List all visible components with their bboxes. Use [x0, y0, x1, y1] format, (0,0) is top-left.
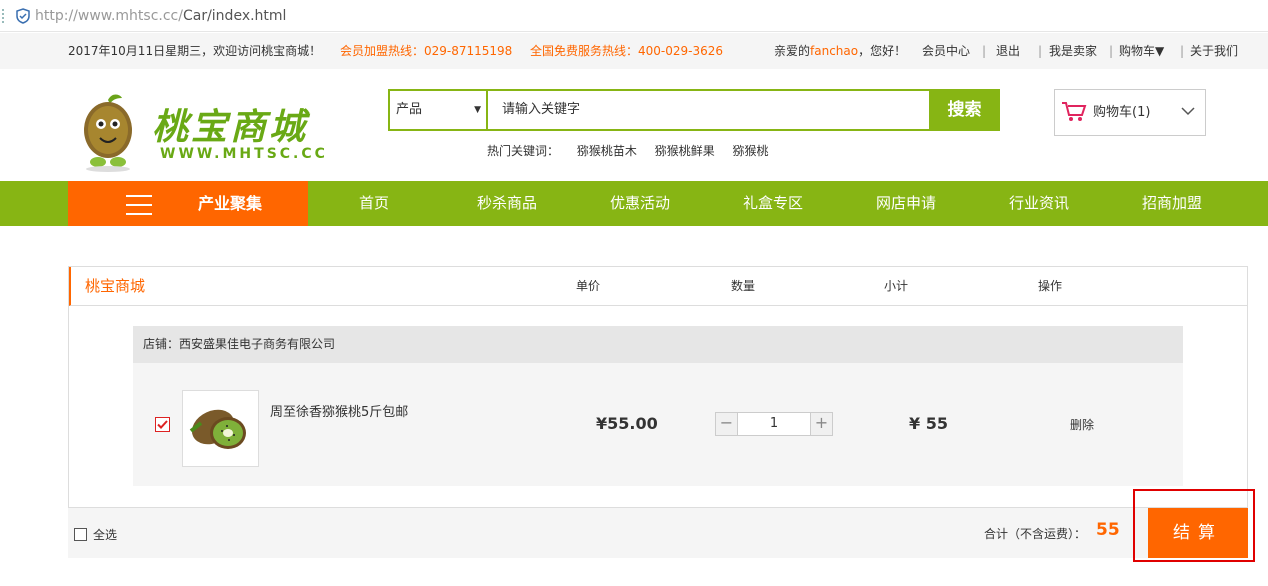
search-button[interactable]: 搜索 — [929, 89, 1000, 131]
nav-item-news[interactable]: 行业资讯 — [1009, 181, 1069, 226]
hot-keyword[interactable]: 猕猴桃 — [733, 144, 769, 158]
top-info-bar: 2017年10月11日星期三，欢迎访问桃宝商城！ 会员加盟热线：029-8711… — [0, 33, 1268, 69]
nav-item-promotions[interactable]: 优惠活动 — [610, 181, 670, 226]
nav-item-home[interactable]: 首页 — [359, 181, 389, 226]
category-label: 产业聚集 — [198, 194, 263, 213]
separator: | — [1180, 44, 1185, 58]
search-bar: 产品 ▼ 请输入关键字 搜索 — [388, 89, 1000, 131]
hot-keyword[interactable]: 猕猴桃鲜果 — [655, 144, 715, 158]
nav-item-flash-sale[interactable]: 秒杀商品 — [477, 181, 537, 226]
separator: | — [1109, 44, 1114, 58]
dropdown-arrow-icon: ▼ — [474, 105, 481, 115]
separator: | — [982, 44, 987, 58]
hamburger-icon — [126, 195, 152, 222]
search-input[interactable]: 请输入关键字 — [502, 91, 580, 129]
chevron-down-icon — [1181, 107, 1195, 116]
quantity-stepper: − 1 + — [715, 412, 833, 436]
logo-title: 桃宝商城 — [152, 106, 309, 148]
topbar-cart-link[interactable]: 购物车▼ — [1119, 33, 1164, 69]
product-name[interactable]: 周至徐香猕猴桃5斤包邮 — [270, 401, 408, 420]
quantity-input[interactable]: 1 — [738, 413, 810, 435]
nav-item-franchise[interactable]: 招商加盟 — [1142, 181, 1202, 226]
header-cart-label: 购物车(1) — [1093, 105, 1151, 120]
date-welcome: 2017年10月11日星期三，欢迎访问桃宝商城！ — [68, 44, 322, 58]
member-center-link[interactable]: 会员中心 — [922, 33, 970, 69]
hot-keywords-label: 热门关键词： — [487, 144, 560, 158]
member-hotline: 会员加盟热线：029-87115198 — [340, 44, 513, 58]
separator: | — [1038, 44, 1043, 58]
col-quantity: 数量 — [731, 279, 756, 293]
site-logo[interactable]: 桃宝商城 WWW.MHTSC.CC — [82, 92, 325, 172]
item-checkbox[interactable] — [155, 417, 170, 432]
header-cart-dropdown[interactable]: 购物车(1) — [1054, 89, 1206, 136]
total-label: 合计（不含运费）： — [984, 527, 1087, 541]
search-category-value: 产品 — [396, 102, 423, 117]
category-menu[interactable]: 产业聚集 — [68, 181, 308, 226]
item-subtotal: ¥ 55 — [909, 414, 948, 433]
highlight-box — [1133, 489, 1255, 562]
nav-item-gift-box[interactable]: 礼盒专区 — [743, 181, 803, 226]
logo-url: WWW.MHTSC.CC — [160, 146, 328, 162]
browser-address-bar[interactable]: http://www.mhtsc.cc/Car/index.html — [0, 0, 1268, 32]
total-amount: 55 — [1096, 520, 1120, 540]
shop-label: 桃宝商城 — [85, 277, 146, 295]
col-unit-price: 单价 — [576, 279, 601, 293]
kiwi-fruit-image — [189, 409, 246, 449]
col-subtotal: 小计 — [884, 279, 909, 293]
checkmark-icon — [157, 420, 168, 429]
hot-keyword[interactable]: 猕猴桃苗木 — [577, 144, 637, 158]
delete-link[interactable]: 删除 — [1070, 416, 1094, 433]
about-link[interactable]: 关于我们 — [1190, 33, 1238, 69]
greeting: 亲爱的fanchao，您好！ — [774, 33, 906, 69]
col-action: 操作 — [1038, 279, 1063, 293]
store-name: 店铺：西安盛果佳电子商务有限公司 — [133, 326, 1183, 363]
search-category-select[interactable]: 产品 ▼ — [390, 91, 488, 129]
username: fanchao — [810, 44, 859, 58]
logout-link[interactable]: 退出 — [996, 33, 1020, 69]
greeting-suffix: ，您好！ — [858, 44, 907, 58]
unit-price: ¥55.00 — [596, 414, 658, 433]
shield-icon — [16, 7, 30, 24]
url-path: Car/index.html — [182, 7, 287, 24]
url-prefix: http://www.mhtsc.cc/ — [35, 7, 183, 24]
url-text[interactable]: http://www.mhtsc.cc/Car/index.html — [35, 8, 286, 24]
service-hotline: 全国免费服务热线：400-029-3626 — [530, 44, 724, 58]
select-all[interactable]: 全选 — [74, 526, 117, 543]
kiwi-mascot-icon — [84, 94, 132, 172]
greeting-prefix: 亲爱的 — [774, 44, 811, 58]
main-nav: 产业聚集 首页 秒杀商品 优惠活动 礼盒专区 网店申请 行业资讯 招商加盟 — [0, 181, 1268, 226]
select-all-label: 全选 — [93, 528, 118, 542]
nav-item-shop-apply[interactable]: 网店申请 — [876, 181, 936, 226]
select-all-checkbox[interactable] — [74, 528, 87, 541]
seller-link[interactable]: 我是卖家 — [1049, 33, 1097, 69]
decrease-button[interactable]: − — [716, 413, 738, 435]
cart-item-row: 周至徐香猕猴桃5斤包邮 ¥55.00 − 1 + ¥ 55 删除 — [133, 363, 1183, 486]
cart-table-header: 桃宝商城 单价 数量 小计 操作 — [69, 267, 1247, 306]
cart-footer: 全选 合计（不含运费）： 55 — [68, 507, 1248, 558]
product-image[interactable] — [182, 390, 259, 467]
shopping-cart-icon — [1062, 102, 1087, 121]
window-edge — [2, 8, 6, 23]
hot-keywords: 热门关键词： 猕猴桃苗木 猕猴桃鲜果 猕猴桃 — [487, 142, 783, 159]
increase-button[interactable]: + — [810, 413, 832, 435]
